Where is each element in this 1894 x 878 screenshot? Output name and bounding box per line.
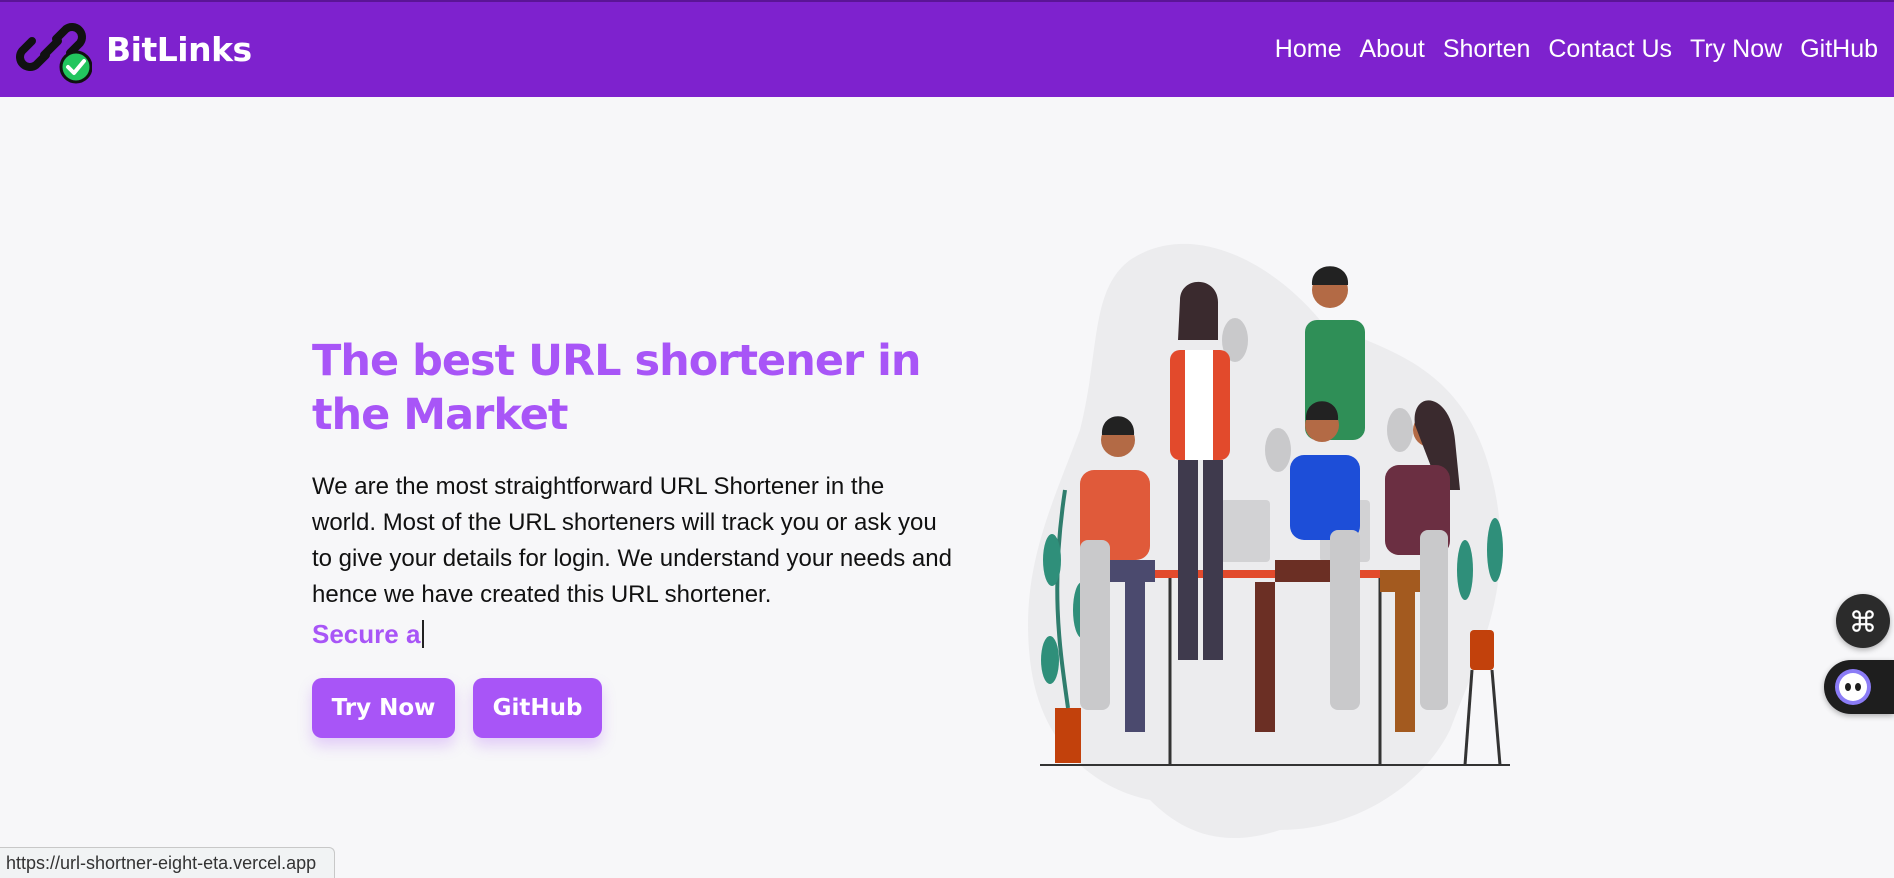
team-meeting-illustration xyxy=(1020,230,1540,860)
hero-title: The best URL shortener in the Market xyxy=(312,336,922,440)
hero-buttons: Try Now GitHub xyxy=(312,678,602,738)
github-button[interactable]: GitHub xyxy=(473,678,602,738)
nav-shorten[interactable]: Shorten xyxy=(1443,35,1531,64)
bot-face-icon[interactable] xyxy=(1824,660,1894,714)
navbar: BitLinks Home About Shorten Contact Us T… xyxy=(0,0,1894,97)
nav-about[interactable]: About xyxy=(1359,35,1424,64)
typewriter-text: Secure a xyxy=(312,616,425,652)
typing-caret xyxy=(422,620,425,648)
command-icon[interactable] xyxy=(1836,594,1890,648)
try-now-button[interactable]: Try Now xyxy=(312,678,455,738)
brand-name: BitLinks xyxy=(106,30,252,69)
hero-description: We are the most straightforward URL Shor… xyxy=(312,473,952,608)
nav-menu: Home About Shorten Contact Us Try Now Gi… xyxy=(1275,35,1878,64)
nav-home[interactable]: Home xyxy=(1275,35,1342,64)
typed-text: Secure a xyxy=(312,619,421,649)
nav-contact-us[interactable]: Contact Us xyxy=(1548,35,1672,64)
brand[interactable]: BitLinks xyxy=(16,15,252,85)
nav-try-now[interactable]: Try Now xyxy=(1690,35,1782,64)
nav-github[interactable]: GitHub xyxy=(1800,35,1878,64)
link-check-icon xyxy=(16,15,93,85)
link-status-bar: https://url-shortner-eight-eta.vercel.ap… xyxy=(0,847,335,878)
